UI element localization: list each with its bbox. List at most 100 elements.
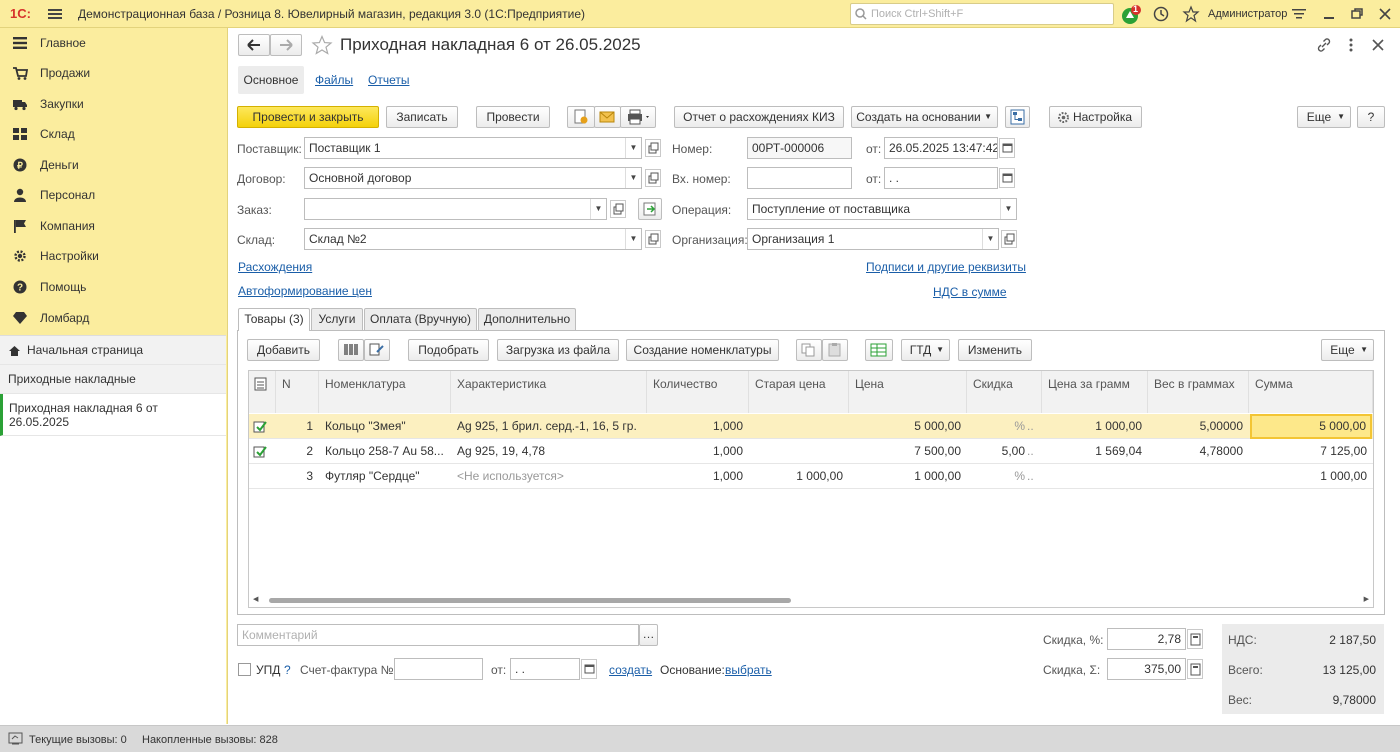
open-icon[interactable] — [1001, 230, 1017, 248]
user-name[interactable]: Администратор — [1208, 8, 1287, 20]
column-header-discount[interactable]: Скидка — [967, 371, 1042, 413]
close-form-icon[interactable] — [1370, 37, 1386, 53]
subtab-reports[interactable]: Отчеты — [368, 73, 409, 87]
column-header-price[interactable]: Цена — [849, 371, 967, 413]
vat-link[interactable]: НДС в сумме — [933, 285, 1007, 299]
sidebar-item-sales[interactable]: Продажи — [0, 58, 226, 88]
column-header-sum[interactable]: Сумма — [1249, 371, 1373, 413]
settings-button[interactable]: Настройка — [1049, 106, 1142, 128]
comment-input[interactable]: Комментарий — [237, 624, 639, 646]
sidebar-item-company[interactable]: Компания — [0, 211, 226, 241]
column-header-select[interactable] — [249, 371, 276, 413]
home-page-link[interactable]: Начальная страница — [0, 336, 226, 365]
chevron-down-icon[interactable]: ▼ — [982, 229, 998, 249]
open-window-current[interactable]: Приходная накладная 6 от 26.05.2025 — [0, 394, 226, 436]
copy-rows-button[interactable] — [796, 339, 822, 361]
scrollbar-thumb[interactable] — [269, 598, 791, 603]
back-button[interactable] — [238, 34, 270, 56]
table-row[interactable]: 1 Кольцо "Змея" Ag 925, 1 брил. серд.-1,… — [249, 414, 1373, 439]
subtab-files[interactable]: Файлы — [315, 73, 353, 87]
post-and-close-button[interactable]: Провести и закрыть — [237, 106, 379, 128]
open-icon[interactable] — [645, 169, 661, 187]
upd-help-icon[interactable]: ? — [284, 663, 291, 677]
signatures-link[interactable]: Подписи и другие реквизиты — [866, 260, 1026, 274]
column-header-characteristic[interactable]: Характеристика — [451, 371, 647, 413]
chevron-down-icon[interactable]: ▼ — [625, 229, 641, 249]
autoprice-link[interactable]: Автоформирование цен — [238, 284, 372, 298]
forward-button[interactable] — [270, 34, 302, 56]
create-invoice-link[interactable]: создать — [609, 663, 652, 677]
calculator-icon[interactable] — [1187, 629, 1203, 649]
table-row[interactable]: 3 Футляр "Сердце" <Не используется> 1,00… — [249, 464, 1373, 489]
create-items-button[interactable]: Создание номенклатуры — [626, 339, 779, 361]
open-icon[interactable] — [645, 230, 661, 248]
pick-button[interactable]: Подобрать — [408, 339, 489, 361]
column-header-item[interactable]: Номенклатура — [319, 371, 451, 413]
subtab-main[interactable]: Основное — [238, 66, 304, 94]
sidebar-item-warehouse[interactable]: Склад — [0, 119, 226, 149]
horizontal-scrollbar[interactable]: ◀ ▶ — [253, 595, 1369, 605]
kiz-report-button[interactable]: Отчет о расхождениях КИЗ — [674, 106, 844, 128]
favorites-star-icon[interactable] — [1182, 5, 1200, 23]
link-icon[interactable] — [1316, 37, 1332, 53]
more-button[interactable]: Еще ▼ — [1297, 106, 1351, 128]
scroll-left-icon[interactable]: ◀ — [253, 595, 258, 603]
tab-additional[interactable]: Дополнительно — [478, 308, 576, 330]
calculator-icon[interactable] — [1187, 659, 1203, 679]
supplier-field[interactable]: Поставщик 1 ▼ — [304, 137, 642, 159]
scanner-button[interactable] — [364, 339, 390, 361]
incoming-number-field[interactable] — [747, 167, 852, 189]
performance-icon[interactable] — [8, 732, 24, 746]
gtd-table-button[interactable] — [865, 339, 893, 361]
tab-goods[interactable]: Товары (3) — [238, 308, 310, 331]
open-window-list[interactable]: Приходные накладные — [0, 365, 226, 394]
cell-sum[interactable]: 5 000,00 — [1250, 414, 1372, 439]
email-button[interactable] — [594, 106, 621, 128]
organization-field[interactable]: Организация 1 ▼ — [747, 228, 999, 250]
minimize-icon[interactable] — [1320, 5, 1338, 23]
chevron-down-icon[interactable]: ▼ — [1000, 199, 1016, 219]
calendar-icon[interactable] — [999, 168, 1015, 188]
open-icon[interactable] — [610, 200, 626, 218]
upd-checkbox[interactable] — [238, 663, 251, 676]
chevron-down-icon[interactable]: ▼ — [625, 168, 641, 188]
discount-sum-input[interactable]: 375,00 — [1107, 658, 1186, 680]
restore-icon[interactable] — [1348, 5, 1366, 23]
table-row[interactable]: 2 Кольцо 258-7 Au 58... Ag 925, 19, 4,78… — [249, 439, 1373, 464]
order-field[interactable]: ▼ — [304, 198, 607, 220]
add-row-button[interactable]: Добавить — [247, 339, 320, 361]
calendar-icon[interactable] — [999, 138, 1015, 158]
sidebar-item-help[interactable]: ? Помощь — [0, 272, 226, 302]
calendar-icon[interactable] — [581, 659, 597, 679]
post-button[interactable]: Провести — [476, 106, 550, 128]
journal-button[interactable] — [567, 106, 595, 128]
warehouse-field[interactable]: Склад №2 ▼ — [304, 228, 642, 250]
basis-select-link[interactable]: выбрать — [725, 663, 772, 677]
comment-expand-button[interactable]: … — [639, 624, 658, 646]
sidebar-item-staff[interactable]: Персонал — [0, 180, 226, 210]
change-button[interactable]: Изменить — [958, 339, 1032, 361]
favorite-star-icon[interactable] — [311, 35, 333, 55]
create-based-on-button[interactable]: Создать на основании ▼ — [851, 106, 998, 128]
structure-button[interactable] — [1005, 106, 1030, 128]
invoice-date-input[interactable]: . . — [510, 658, 580, 680]
global-search-input[interactable]: Поиск Ctrl+Shift+F — [850, 3, 1114, 25]
scroll-right-icon[interactable]: ▶ — [1364, 595, 1369, 603]
number-field[interactable]: 00РТ-000006 — [747, 137, 852, 159]
main-menu-icon[interactable] — [46, 6, 64, 22]
column-header-quantity[interactable]: Количество — [647, 371, 749, 413]
notifications-icon[interactable]: 1 — [1120, 4, 1141, 24]
close-icon[interactable] — [1376, 5, 1394, 23]
help-button[interactable]: ? — [1357, 106, 1385, 128]
sidebar-item-pawnshop[interactable]: Ломбард — [0, 303, 226, 333]
open-icon[interactable] — [645, 139, 661, 157]
column-header-weight[interactable]: Вес в граммах — [1148, 371, 1249, 413]
sidebar-item-settings[interactable]: Настройки — [0, 241, 226, 271]
date-field[interactable]: 26.05.2025 13:47:42 — [884, 137, 998, 159]
sidebar-item-main[interactable]: Главное — [0, 28, 226, 58]
contract-field[interactable]: Основной договор ▼ — [304, 167, 642, 189]
more-vertical-icon[interactable] — [1345, 37, 1357, 53]
column-header-old-price[interactable]: Старая цена — [749, 371, 849, 413]
sidebar-item-money[interactable]: ₽ Деньги — [0, 150, 226, 180]
table-more-button[interactable]: Еще ▼ — [1321, 339, 1374, 361]
